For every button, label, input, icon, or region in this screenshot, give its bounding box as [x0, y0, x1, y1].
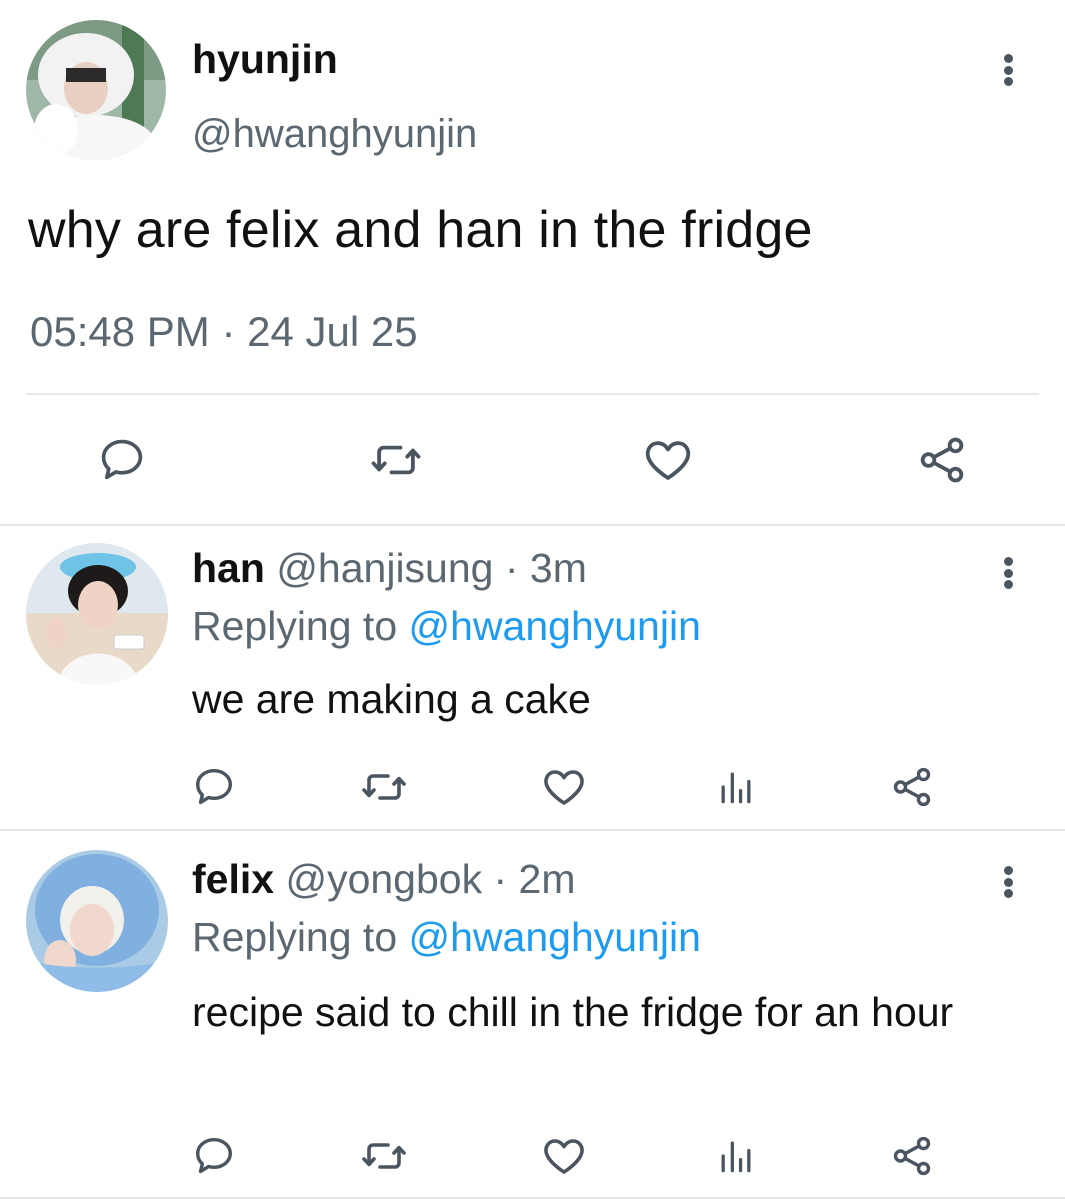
like-icon[interactable] — [638, 432, 698, 488]
reply-icon[interactable] — [94, 432, 150, 488]
replying-to-label: Replying to — [192, 603, 409, 649]
author-handle[interactable]: @hanjisung — [276, 545, 493, 591]
avatar[interactable] — [26, 20, 166, 160]
views-icon[interactable] — [712, 763, 760, 811]
reply-text: recipe said to chill in the fridge for a… — [192, 989, 954, 1035]
retweet-icon[interactable] — [358, 763, 410, 811]
divider — [0, 1197, 1065, 1199]
mention-link[interactable]: @hwanghyunjin — [409, 603, 701, 649]
share-icon[interactable] — [886, 1132, 938, 1180]
tweet-text: why are felix and han in the fridge — [28, 201, 813, 259]
separator: · — [493, 545, 530, 591]
reply-text: we are making a cake — [192, 676, 591, 722]
like-icon[interactable] — [538, 1132, 590, 1180]
divider — [26, 393, 1039, 395]
reply-header: han @hanjisung · 3m — [192, 545, 587, 592]
author-name[interactable]: han — [192, 545, 265, 591]
separator: · — [482, 856, 519, 902]
more-options-icon[interactable] — [998, 50, 1018, 90]
reply-tweet: han @hanjisung · 3m Replying to @hwanghy… — [0, 525, 1065, 830]
reply-age[interactable]: 3m — [530, 545, 587, 591]
reply-age[interactable]: 2m — [519, 856, 576, 902]
share-icon[interactable] — [914, 432, 970, 488]
more-options-icon[interactable] — [998, 862, 1018, 902]
views-icon[interactable] — [712, 1132, 760, 1180]
avatar[interactable] — [26, 850, 168, 992]
share-icon[interactable] — [886, 763, 938, 811]
retweet-icon[interactable] — [358, 1132, 410, 1180]
retweet-icon[interactable] — [366, 432, 426, 488]
tweet-timestamp[interactable]: 05:48 PM · 24 Jul 25 — [30, 308, 418, 356]
reply-icon[interactable] — [190, 763, 238, 811]
mention-link[interactable]: @hwanghyunjin — [409, 914, 701, 960]
author-handle[interactable]: @hwanghyunjin — [192, 112, 477, 157]
reply-icon[interactable] — [190, 1132, 238, 1180]
reply-tweet: felix @yongbok · 2m Replying to @hwanghy… — [0, 830, 1065, 1200]
main-tweet: hyunjin @hwanghyunjin why are felix and … — [0, 0, 1065, 525]
replying-to: Replying to @hwanghyunjin — [192, 603, 701, 650]
author-name[interactable]: felix — [192, 856, 274, 902]
like-icon[interactable] — [538, 763, 590, 811]
author-handle[interactable]: @yongbok — [285, 856, 482, 902]
reply-header: felix @yongbok · 2m — [192, 856, 576, 903]
more-options-icon[interactable] — [998, 553, 1018, 593]
replying-to: Replying to @hwanghyunjin — [192, 914, 701, 961]
avatar[interactable] — [26, 543, 168, 685]
replying-to-label: Replying to — [192, 914, 409, 960]
author-name[interactable]: hyunjin — [192, 36, 338, 83]
